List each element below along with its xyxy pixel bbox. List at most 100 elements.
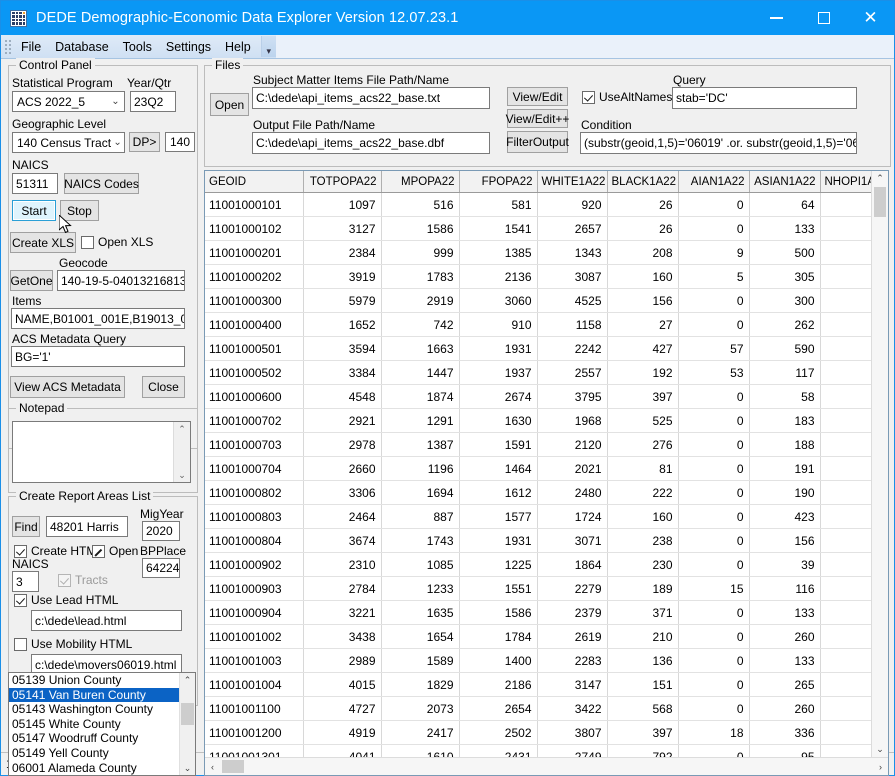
stop-button[interactable]: Stop [60, 200, 99, 221]
table-cell[interactable]: 1158 [537, 312, 608, 337]
table-cell[interactable]: 0 [820, 600, 871, 625]
table-cell[interactable]: 1694 [381, 480, 460, 505]
filter-output-button[interactable]: FilterOutput [506, 131, 569, 153]
table-cell[interactable]: 2619 [537, 624, 608, 649]
table-cell[interactable]: 2379 [537, 600, 608, 625]
table-cell[interactable]: 4525 [537, 288, 608, 313]
table-cell[interactable]: 188 [749, 432, 821, 457]
table-cell[interactable]: 11001000704 [205, 456, 304, 481]
menu-item-help[interactable]: Help [218, 38, 258, 56]
output-file-path-input[interactable]: C:\dede\api_items_acs22_base.dbf [252, 132, 490, 154]
table-cell[interactable]: 0 [678, 624, 750, 649]
table-cell[interactable]: 1654 [381, 624, 460, 649]
table-cell[interactable]: 3674 [303, 528, 382, 553]
menu-item-settings[interactable]: Settings [159, 38, 218, 56]
table-cell[interactable]: 397 [607, 720, 679, 745]
table-cell[interactable]: 0 [678, 672, 750, 697]
query-input[interactable]: stab='DC' [672, 87, 857, 109]
table-cell[interactable]: 0 [820, 528, 871, 553]
column-header[interactable]: WHITE1A22 [537, 171, 608, 193]
table-cell[interactable]: 11001000400 [205, 312, 304, 337]
table-row[interactable]: 11001000804367417431931307123801560 [205, 528, 871, 553]
scroll-left-icon[interactable]: ‹ [205, 762, 220, 772]
table-cell[interactable]: 22 [820, 336, 871, 361]
table-cell[interactable]: 1233 [381, 576, 460, 601]
maximize-button[interactable] [800, 1, 847, 35]
table-cell[interactable]: 1586 [459, 600, 538, 625]
table-cell[interactable]: 260 [749, 624, 821, 649]
table-cell[interactable]: 2557 [537, 360, 608, 385]
table-cell[interactable]: 1743 [381, 528, 460, 553]
data-grid-horizontal-scrollbar[interactable]: ‹ › [205, 757, 888, 775]
table-cell[interactable]: 11001000703 [205, 432, 304, 457]
table-row[interactable]: 110010012004919241725023807397183360 [205, 720, 871, 745]
table-cell[interactable]: 11001001100 [205, 696, 304, 721]
table-cell[interactable]: 1400 [459, 648, 538, 673]
create-xls-button[interactable]: Create XLS [10, 232, 76, 253]
table-cell[interactable]: 11001001301 [205, 744, 304, 757]
statistical-program-select[interactable]: ACS 2022_5 ⌄ [12, 91, 125, 112]
getone-button[interactable]: GetOne [10, 270, 53, 291]
table-cell[interactable]: 0 [678, 408, 750, 433]
menu-overflow-chevron-down-icon[interactable] [260, 36, 276, 57]
close-button[interactable]: ✕ [847, 1, 894, 35]
minimize-button[interactable] [753, 1, 800, 35]
column-header[interactable]: MPOPA22 [381, 171, 460, 193]
table-cell[interactable]: 64 [749, 192, 821, 217]
table-cell[interactable]: 2283 [537, 648, 608, 673]
table-row[interactable]: 11001000802330616941612248022201900 [205, 480, 871, 505]
table-cell[interactable]: 1551 [459, 576, 538, 601]
table-cell[interactable]: 2480 [537, 480, 608, 505]
table-cell[interactable]: 26 [607, 216, 679, 241]
menu-item-database[interactable]: Database [48, 38, 116, 56]
table-cell[interactable]: 160 [607, 504, 679, 529]
table-cell[interactable]: 0 [678, 744, 750, 757]
table-cell[interactable]: 2310 [303, 552, 382, 577]
table-cell[interactable]: 0 [678, 648, 750, 673]
geographic-level-select[interactable]: 140 Census Tract ⌄ [12, 132, 125, 153]
table-cell[interactable]: 3594 [303, 336, 382, 361]
table-cell[interactable]: 36 [820, 264, 871, 289]
use-alt-names-checkbox[interactable]: UseAltNames [582, 90, 672, 104]
view-edit-plus-button[interactable]: View/Edit++ [506, 109, 569, 128]
table-cell[interactable]: 0 [820, 672, 871, 697]
find-button[interactable]: Find [12, 516, 40, 537]
table-cell[interactable]: 1385 [459, 240, 538, 265]
table-cell[interactable]: 1196 [381, 456, 460, 481]
table-cell[interactable]: 2660 [303, 456, 382, 481]
table-cell[interactable]: 0 [820, 744, 871, 757]
table-cell[interactable]: 0 [820, 552, 871, 577]
table-cell[interactable]: 0 [820, 312, 871, 337]
list-item[interactable]: 05147 Woodruff County [9, 731, 179, 746]
report-naics-input[interactable]: 3 [12, 571, 39, 592]
county-list-scrollbar[interactable]: ⌃ ⌄ [179, 673, 195, 775]
table-cell[interactable]: 4041 [303, 744, 382, 757]
use-lead-html-checkbox[interactable]: Use Lead HTML [14, 593, 118, 607]
table-cell[interactable]: 1225 [459, 552, 538, 577]
table-cell[interactable]: 133 [749, 648, 821, 673]
table-cell[interactable]: 11001001004 [205, 672, 304, 697]
table-cell[interactable]: 920 [537, 192, 608, 217]
table-cell[interactable]: 2242 [537, 336, 608, 361]
table-cell[interactable]: 0 [820, 432, 871, 457]
table-cell[interactable]: 136 [607, 648, 679, 673]
table-row[interactable]: 11001000703297813871591212027601880 [205, 432, 871, 457]
table-cell[interactable]: 2464 [303, 504, 382, 529]
view-edit-button[interactable]: View/Edit [507, 87, 568, 106]
table-row[interactable]: 1100100130140411610243127497920950 [205, 744, 871, 757]
table-cell[interactable]: 1652 [303, 312, 382, 337]
table-cell[interactable]: 2749 [537, 744, 608, 757]
table-cell[interactable]: 11001001200 [205, 720, 304, 745]
list-item[interactable]: 05149 Yell County [9, 746, 179, 761]
table-cell[interactable]: 2674 [459, 384, 538, 409]
table-cell[interactable]: 371 [607, 600, 679, 625]
table-cell[interactable]: 0 [678, 432, 750, 457]
table-cell[interactable]: 590 [749, 336, 821, 361]
table-cell[interactable]: 11001001002 [205, 624, 304, 649]
scrollbar-thumb[interactable] [181, 703, 194, 725]
table-cell[interactable]: 0 [820, 216, 871, 241]
table-row[interactable]: 1100100010231271586154126572601330 [205, 216, 871, 241]
table-cell[interactable]: 11001000904 [205, 600, 304, 625]
table-cell[interactable]: 1387 [381, 432, 460, 457]
table-cell[interactable]: 11001000803 [205, 504, 304, 529]
